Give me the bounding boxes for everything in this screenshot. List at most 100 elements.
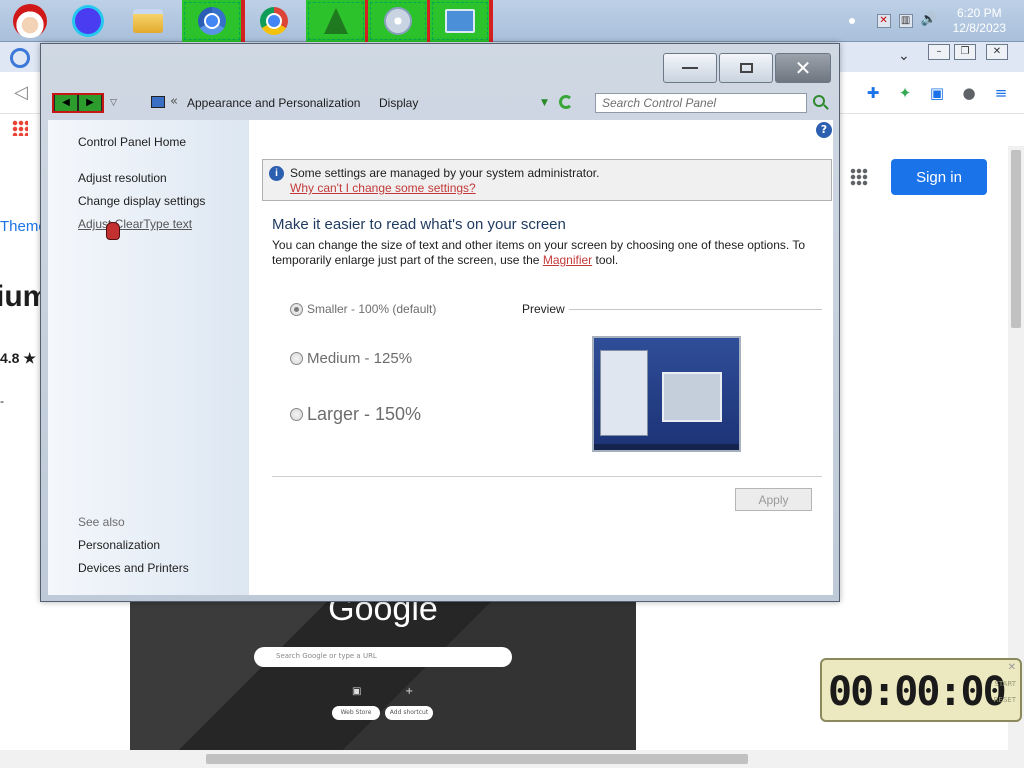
maximize-button[interactable]	[719, 53, 773, 83]
breadcrumb-display[interactable]: Display	[379, 96, 418, 110]
network-icon[interactable]: ▥	[898, 14, 913, 28]
info-icon: i	[269, 166, 284, 181]
timer-display: 00:00:00	[828, 669, 1007, 715]
minimize-button[interactable]	[663, 53, 717, 83]
apps-grid-icon[interactable]	[12, 120, 28, 136]
browser-restore-button[interactable]: ❐	[954, 44, 976, 60]
extension-icon[interactable]: ✦	[896, 84, 914, 102]
option-smaller[interactable]: Smaller - 100% (default)	[290, 302, 436, 316]
page-description: You can change the size of text and othe…	[272, 238, 822, 268]
timer-widget[interactable]: ✕ 00:00:00 START RESET	[820, 658, 1022, 722]
preview-image	[592, 336, 741, 452]
web-store-icon: ▣	[352, 686, 362, 697]
side-panel-icon[interactable]: ▣	[928, 84, 946, 102]
chrome-tab-icon[interactable]	[10, 48, 30, 68]
preview-window-large	[600, 350, 648, 436]
forward-button[interactable]: ▶	[79, 95, 101, 111]
control-panel-home-link[interactable]: Control Panel Home	[78, 135, 186, 149]
back-arrow-icon[interactable]: ◁	[14, 82, 28, 103]
horizontal-scroll-thumb[interactable]	[206, 754, 748, 764]
web-store-shortcut[interactable]: Web Store	[332, 706, 380, 720]
adjust-cleartype-link[interactable]: Adjust ClearType text	[78, 217, 192, 231]
task-pane: Control Panel Home Adjust resolution Cha…	[48, 120, 249, 595]
circle-app-icon[interactable]	[58, 0, 118, 42]
content-divider	[272, 476, 822, 477]
add-shortcut-icon: +	[405, 686, 414, 697]
larger-label: Larger - 150%	[307, 404, 422, 424]
preview-label: Preview	[522, 302, 565, 316]
folder-icon[interactable]	[118, 0, 178, 42]
horizontal-scrollbar[interactable]	[0, 750, 1024, 768]
vertical-scroll-thumb[interactable]	[1011, 150, 1021, 328]
medium-label: Medium - 125%	[307, 350, 413, 367]
adjust-resolution-link[interactable]: Adjust resolution	[78, 171, 167, 185]
google-apps-icon[interactable]	[850, 168, 868, 186]
system-tray: ✕ ▥ 🔊 6:20 PM 12/8/2023	[848, 0, 1024, 42]
smaller-label: Smaller - 100% (default)	[307, 302, 437, 316]
address-dropdown-icon[interactable]: ▼	[541, 98, 548, 108]
volume-icon[interactable]: 🔊	[921, 13, 937, 28]
close-icon: ✕	[794, 56, 812, 80]
change-display-settings-link[interactable]: Change display settings	[78, 194, 205, 208]
christmas-tree-icon[interactable]	[306, 0, 369, 42]
preview-divider	[569, 309, 822, 310]
refresh-icon[interactable]	[559, 95, 573, 109]
control-panel-crumb-icon[interactable]	[151, 96, 165, 108]
santa-icon[interactable]	[0, 0, 60, 42]
sign-in-button[interactable]: Sign in	[891, 159, 987, 195]
info-message: Some settings are managed by your system…	[290, 166, 600, 180]
hand-cursor-icon	[106, 222, 120, 240]
tray-dot-icon[interactable]	[848, 18, 855, 24]
smaller-radio[interactable]	[290, 302, 303, 316]
rating-text: 4.8 ★	[0, 350, 36, 366]
timer-start-button[interactable]: START	[994, 680, 1016, 688]
minimize-icon	[682, 67, 698, 69]
timer-reset-button[interactable]: RESET	[994, 696, 1016, 704]
chromium-icon[interactable]	[182, 0, 245, 42]
medium-radio[interactable]	[290, 352, 303, 365]
taskbar: ✕ ▥ 🔊 6:20 PM 12/8/2023	[0, 0, 1024, 42]
control-panel-icon[interactable]	[430, 0, 493, 42]
menu-icon[interactable]: ≡	[992, 84, 1010, 102]
flag-alert-icon[interactable]: ✕	[876, 14, 891, 28]
breadcrumb-appearance[interactable]: Appearance and Personalization	[187, 96, 360, 110]
dash-text: -	[0, 394, 4, 408]
content-pane: ? i Some settings are managed by your sy…	[249, 120, 833, 595]
apply-button[interactable]: Apply	[735, 488, 812, 511]
recent-pages-dropdown-icon[interactable]: ▽	[110, 98, 117, 108]
breadcrumb-separator[interactable]: «	[170, 94, 178, 109]
chrome-icon[interactable]	[244, 0, 304, 42]
disc-tool-icon[interactable]	[368, 0, 431, 42]
close-button[interactable]: ✕	[775, 53, 831, 83]
timer-close-icon[interactable]: ✕	[1008, 662, 1016, 673]
magnifier-link[interactable]: Magnifier	[543, 253, 592, 267]
see-also-label: See also	[78, 515, 125, 529]
browser-close-button[interactable]: ✕	[986, 44, 1008, 60]
description-tail: tool.	[592, 253, 619, 267]
add-shortcut[interactable]: Add shortcut	[385, 706, 433, 720]
profile-avatar-icon[interactable]: ●	[960, 84, 978, 102]
ntp-search-box[interactable]: Search Google or type a URL	[254, 647, 512, 667]
tab-search-chevron-icon[interactable]: ⌄	[898, 48, 910, 64]
option-medium[interactable]: Medium - 125%	[290, 350, 412, 367]
option-larger[interactable]: Larger - 150%	[290, 404, 421, 425]
browser-minimize-button[interactable]: –	[928, 44, 950, 60]
search-icon[interactable]	[813, 95, 825, 107]
clock[interactable]: 6:20 PM 12/8/2023	[953, 6, 1006, 36]
nav-buttons: ◀ ▶	[52, 93, 104, 113]
admin-info-bar: i Some settings are managed by your syst…	[262, 159, 832, 201]
larger-radio[interactable]	[290, 408, 303, 421]
new-tab-preview: Google Search Google or type a URL ▣ + W…	[130, 590, 636, 752]
why-cant-change-link[interactable]: Why can't I change some settings?	[290, 181, 476, 195]
maximize-icon	[739, 63, 753, 73]
back-button[interactable]: ◀	[55, 95, 77, 111]
clock-time: 6:20 PM	[956, 6, 1002, 20]
preview-taskbar	[594, 444, 739, 450]
personalization-link[interactable]: Personalization	[78, 538, 160, 552]
search-input[interactable]: Search Control Panel	[595, 93, 807, 113]
preview-window-small	[662, 372, 722, 422]
description-text: You can change the size of text and othe…	[272, 238, 806, 267]
extensions-puzzle-icon[interactable]: ✚	[864, 84, 882, 102]
devices-and-printers-link[interactable]: Devices and Printers	[78, 561, 189, 575]
help-icon[interactable]: ?	[816, 122, 832, 138]
